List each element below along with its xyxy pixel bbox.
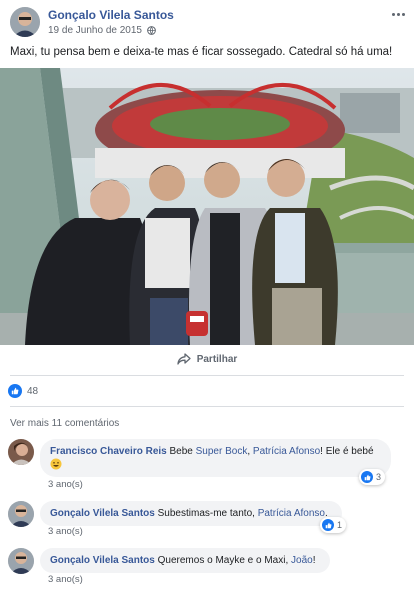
share-label: Partilhar: [196, 353, 238, 365]
grinning-emoji-icon: [50, 458, 62, 470]
comment-author[interactable]: Francisco Chaveiro Reis: [50, 446, 167, 457]
comment-bubble: Francisco Chaveiro Reis Bebe Super Bock,…: [40, 439, 391, 477]
post-text: Maxi, tu pensa bem e deixa-te mas é fica…: [10, 46, 393, 58]
comment-text: Queremos o Mayke e o Maxi,: [154, 555, 292, 566]
reaction-count: 3: [376, 472, 382, 482]
post-date[interactable]: 19 de Junho de 2015: [48, 25, 142, 36]
comment-text: Subestimas-me tanto,: [154, 508, 258, 519]
view-more-comments-link[interactable]: Ver mais 11 comentários: [10, 418, 119, 429]
mention-link[interactable]: Patrícia Afonso: [253, 446, 320, 457]
commenter-avatar[interactable]: [8, 548, 34, 574]
like-count: 48: [27, 385, 39, 397]
share-icon: [177, 353, 191, 365]
comment-reactions[interactable]: 3: [359, 469, 386, 485]
mention-link[interactable]: Patrícia Afonso: [258, 508, 325, 519]
comment-time[interactable]: 3 ano(s): [48, 479, 83, 490]
divider: [10, 375, 404, 376]
comment-time[interactable]: 3 ano(s): [48, 574, 83, 585]
comment-text: ! Ele é bebé: [320, 446, 374, 457]
post-photo[interactable]: [0, 68, 414, 345]
reaction-count: 1: [337, 520, 343, 530]
comment-bubble: Gonçalo Vilela Santos Queremos o Mayke e…: [40, 548, 330, 573]
more-options-icon[interactable]: [388, 8, 408, 20]
mention-link[interactable]: Super Bock: [196, 446, 248, 457]
share-button[interactable]: Partilhar: [177, 353, 238, 365]
comment-author[interactable]: Gonçalo Vilela Santos: [50, 555, 155, 566]
comment-bubble: Gonçalo Vilela Santos Subestimas-me tant…: [40, 501, 342, 526]
like-icon: [361, 471, 373, 483]
post-header: Gonçalo Vilela Santos 19 de Junho de 201…: [0, 0, 414, 40]
globe-icon: [147, 26, 156, 35]
share-row: Partilhar: [0, 345, 414, 373]
comment-text: Bebe: [166, 446, 196, 457]
commenter-avatar[interactable]: [8, 501, 34, 527]
likes-summary[interactable]: 48: [8, 383, 38, 399]
like-icon: [322, 519, 334, 531]
divider: [10, 406, 404, 407]
author-avatar[interactable]: [10, 7, 40, 37]
commenter-avatar[interactable]: [8, 439, 34, 465]
post-author-name[interactable]: Gonçalo Vilela Santos: [48, 8, 174, 22]
comment-author[interactable]: Gonçalo Vilela Santos: [50, 508, 155, 519]
comment-reactions[interactable]: 1: [320, 517, 347, 533]
comment-text: !: [312, 555, 316, 566]
mention-link[interactable]: João: [291, 555, 313, 566]
like-icon: [8, 384, 22, 398]
comment-time[interactable]: 3 ano(s): [48, 526, 83, 537]
post-meta: 19 de Junho de 2015: [48, 25, 156, 36]
